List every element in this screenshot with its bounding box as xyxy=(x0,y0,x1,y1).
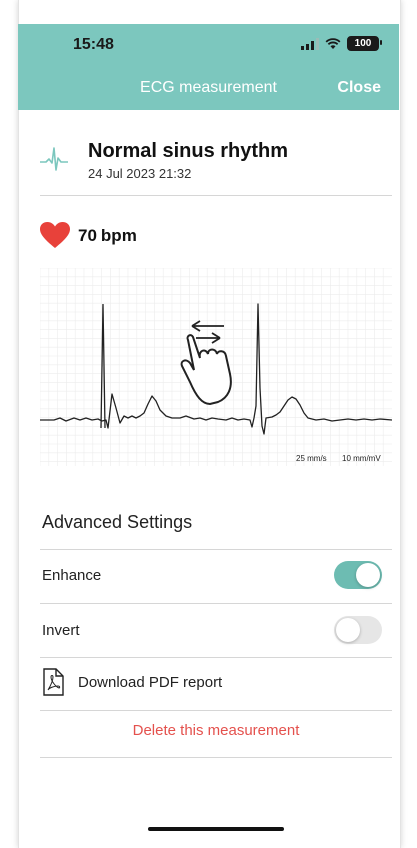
divider xyxy=(40,195,392,196)
ecg-grid xyxy=(39,267,393,466)
speed-label: 25 mm/s xyxy=(296,454,327,463)
header-bar: 15:48 100 ECG measurement Close xyxy=(18,24,399,110)
enhance-toggle[interactable] xyxy=(334,561,382,589)
heart-icon xyxy=(40,222,70,248)
download-pdf-label: Download PDF report xyxy=(78,673,223,691)
pdf-file-icon xyxy=(43,668,64,696)
status-time: 15:48 xyxy=(73,36,114,53)
measurement-summary: Normal sinus rhythm 24 Jul 2023 21:32 xyxy=(40,136,390,192)
delete-measurement-button[interactable]: Delete this measurement xyxy=(40,722,392,739)
enhance-label: Enhance xyxy=(42,567,102,584)
gain-label: 10 mm/mV xyxy=(342,454,381,463)
wifi-icon xyxy=(325,37,341,49)
divider xyxy=(40,603,392,604)
swipe-hand-icon xyxy=(180,320,232,406)
divider xyxy=(40,710,392,711)
rhythm-result: Normal sinus rhythm xyxy=(88,140,289,162)
signal-icon xyxy=(301,37,319,50)
measurement-date: 24 Jul 2023 21:32 xyxy=(88,166,192,181)
ecg-waveform-icon xyxy=(40,147,68,171)
divider xyxy=(40,757,392,758)
bpm-unit: bpm xyxy=(100,225,137,245)
divider xyxy=(40,657,392,658)
invert-label: Invert xyxy=(42,622,80,639)
ecg-chart[interactable]: 25 mm/s 10 mm/mV xyxy=(39,267,393,466)
divider xyxy=(40,549,392,550)
download-pdf-button[interactable]: Download PDF report xyxy=(42,668,222,696)
invert-toggle[interactable] xyxy=(334,616,382,644)
advanced-settings-title: Advanced Settings xyxy=(42,512,193,532)
battery-icon: 100 xyxy=(347,36,382,51)
home-indicator[interactable] xyxy=(148,827,284,831)
close-button[interactable]: Close xyxy=(337,79,381,97)
heart-rate: 70 bpm xyxy=(40,222,137,249)
status-icons: 100 xyxy=(301,36,382,51)
bpm-value: 70 xyxy=(78,225,97,245)
